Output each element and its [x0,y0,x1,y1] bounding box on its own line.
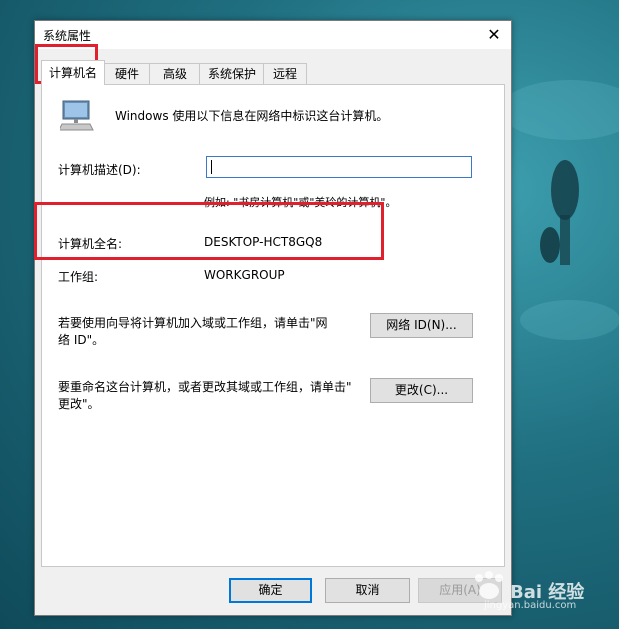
ok-button[interactable]: 确定 [229,578,312,603]
full-name-value: DESKTOP-HCT8GQ8 [204,235,323,249]
baidu-jingyan-watermark: Bai 经验 jingyan.baidu.com [470,566,610,616]
watermark-url: jingyan.baidu.com [484,600,577,611]
tab-computer-name[interactable]: 计算机名 [41,60,105,85]
tab-system-protection[interactable]: 系统保护 [199,63,265,84]
water-ripple [500,80,619,140]
cancel-button[interactable]: 取消 [325,578,410,603]
text-caret [211,160,212,174]
computer-name-panel: Windows 使用以下信息在网络中标识这台计算机。 计算机描述(D): 例如:… [41,84,505,567]
intro-text: Windows 使用以下信息在网络中标识这台计算机。 [115,109,389,123]
example-text: 例如: "书房计算机"或"美玲的计算机"。 [204,196,397,209]
tab-advanced[interactable]: 高级 [149,63,201,84]
water-ripple [520,300,619,340]
tab-hardware[interactable]: 硬件 [103,63,151,84]
join-instructions-line1: 若要使用向导将计算机加入域或工作组，请单击"网 [58,316,328,330]
description-label: 计算机描述(D): [58,163,141,177]
network-id-button[interactable]: 网络 ID(N)... [370,313,473,338]
window-title: 系统属性 [43,29,92,43]
diver-silhouette [540,160,579,265]
close-button[interactable]: ✕ [477,21,511,49]
change-button[interactable]: 更改(C)... [370,378,473,403]
system-properties-dialog: 系统属性 ✕ 计算机名 硬件 高级 系统保护 远程 Windows 使用以下信息… [34,20,512,616]
computer-description-input[interactable] [206,156,472,178]
title-bar: 系统属性 ✕ [35,21,511,49]
workgroup-value: WORKGROUP [204,268,285,282]
tab-remote[interactable]: 远程 [263,63,307,84]
rename-instructions-line1: 要重命名这台计算机，或者更改其域或工作组，请单击" [58,380,352,394]
computer-icon [60,100,94,131]
full-name-label: 计算机全名: [58,237,123,251]
paw-logo-icon [475,571,503,599]
rename-instructions-line2: 更改"。 [58,397,100,411]
workgroup-label: 工作组: [58,270,99,284]
join-instructions-line2: 络 ID"。 [58,333,105,347]
